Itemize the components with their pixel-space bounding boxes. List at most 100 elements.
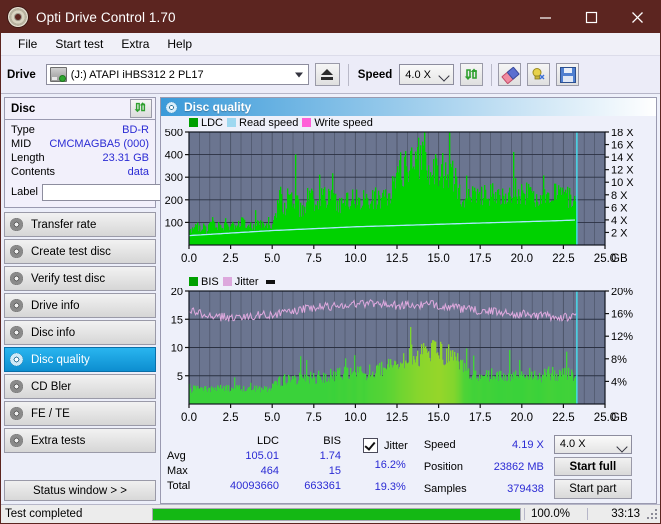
svg-text:15.0: 15.0 <box>427 253 449 265</box>
menu-item-extra[interactable]: Extra <box>112 35 158 53</box>
disc-info-panel: Disc Type <box>4 97 156 208</box>
menu-item-file[interactable]: File <box>9 35 46 53</box>
stats-table: LDC BIS Avg 105.01 1.74 Max 464 15 Total… <box>167 435 341 499</box>
title-bar: Opti Drive Control 1.70 <box>1 1 660 33</box>
disc-row-key: Contents <box>11 166 55 178</box>
minimize-icon[interactable] <box>522 1 568 33</box>
sidebar-item-label: FE / TE <box>31 408 70 420</box>
menu-item-start-test[interactable]: Start test <box>46 35 112 53</box>
erase-button[interactable] <box>498 63 521 86</box>
window-title: Opti Drive Control 1.70 <box>36 10 176 25</box>
drive-label: Drive <box>7 69 36 81</box>
svg-text:18 X: 18 X <box>611 129 634 139</box>
svg-text:GB: GB <box>611 253 628 265</box>
page-title: Disc quality <box>184 100 251 114</box>
sidebar-item-extra-tests[interactable]: Extra tests <box>4 428 156 453</box>
start-full-button[interactable]: Start full <box>554 457 632 477</box>
sidebar-item-label: Extra tests <box>31 435 85 447</box>
resize-grip[interactable] <box>646 508 658 520</box>
progress-label: 100.0% <box>524 508 587 520</box>
svg-text:5: 5 <box>177 371 183 383</box>
legend-item-jitter: Jitter <box>223 276 259 288</box>
sidebar-item-label: Disc quality <box>31 354 90 366</box>
disc-row-key: MID <box>11 138 31 150</box>
speed-select[interactable]: 4.0 X <box>399 64 454 85</box>
sidebar-item-disc-info[interactable]: Disc info <box>4 320 156 345</box>
jitter-column: Jitter 16.2% 19.3% <box>363 435 408 499</box>
sidebar-item-label: Create test disc <box>31 246 111 258</box>
legend-swatch <box>223 277 232 286</box>
ldc-plot-svg: 1002003004005002 X4 X6 X8 X10 X12 X14 X1… <box>161 129 655 275</box>
stats-total-ldc: 40093660 <box>201 480 279 492</box>
jitter-max: 19.3% <box>363 481 408 499</box>
disc-label-key: Label <box>11 186 38 198</box>
status-window-button[interactable]: Status window > > <box>4 480 156 501</box>
svg-text:2.5: 2.5 <box>223 412 239 424</box>
sidebar-item-transfer-rate[interactable]: Transfer rate <box>4 212 156 237</box>
ldc-plot: 1002003004005002 X4 X6 X8 X10 X12 X14 X1… <box>161 129 656 275</box>
svg-text:22.5: 22.5 <box>552 253 574 265</box>
disc-icon <box>10 434 23 447</box>
samples-readout-label: Samples <box>424 483 482 495</box>
sidebar-item-create-test-disc[interactable]: Create test disc <box>4 239 156 264</box>
disc-refresh-button[interactable] <box>130 99 152 118</box>
window-controls <box>522 1 660 33</box>
svg-text:2 X: 2 X <box>611 227 628 239</box>
save-button[interactable] <box>556 63 579 86</box>
start-part-button[interactable]: Start part <box>554 479 632 499</box>
sidebar: Disc Type <box>1 94 159 504</box>
stats-row-key: Avg <box>167 450 201 462</box>
stats-header-bis: BIS <box>279 435 341 447</box>
sidebar-item-cd-bler[interactable]: CD Bler <box>4 374 156 399</box>
drive-icon <box>50 67 67 82</box>
app-window: Opti Drive Control 1.70 File Start test … <box>0 0 661 524</box>
refresh-icon <box>464 67 479 82</box>
legend-label: BIS <box>201 276 219 288</box>
legend-marker-icon <box>266 280 275 284</box>
sidebar-item-verify-test-disc[interactable]: Verify test disc <box>4 266 156 291</box>
test-speed-select[interactable]: 4.0 X <box>554 435 632 454</box>
svg-text:15.0: 15.0 <box>427 412 449 424</box>
eject-icon <box>321 69 333 80</box>
legend-item-bis: BIS <box>189 276 219 288</box>
svg-text:17.5: 17.5 <box>469 412 491 424</box>
drive-select[interactable]: (J:) ATAPI iHBS312 2 PL17 <box>46 64 309 85</box>
svg-text:22.5: 22.5 <box>552 412 574 424</box>
svg-text:4 X: 4 X <box>611 215 628 227</box>
refresh-button[interactable] <box>460 63 483 86</box>
sidebar-item-drive-info[interactable]: Drive info <box>4 293 156 318</box>
stats-avg-bis: 1.74 <box>279 450 341 462</box>
close-icon[interactable] <box>614 1 660 33</box>
svg-text:GB: GB <box>611 412 628 424</box>
legend-swatch <box>302 118 311 127</box>
content-pane: Disc quality LDC Read speed <box>160 97 657 504</box>
elapsed-time: 33:13 <box>587 508 646 520</box>
refresh-icon <box>134 101 149 116</box>
maximize-icon[interactable] <box>568 1 614 33</box>
stats-panel: LDC BIS Avg 105.01 1.74 Max 464 15 Total… <box>161 431 656 503</box>
svg-text:0.0: 0.0 <box>181 412 197 424</box>
sidebar-item-disc-quality[interactable]: Disc quality <box>4 347 156 372</box>
eject-button[interactable] <box>315 63 340 86</box>
disc-row-value: data <box>128 166 149 178</box>
toolbar-divider <box>348 64 349 86</box>
svg-text:100: 100 <box>165 217 183 229</box>
menu-item-help[interactable]: Help <box>158 35 201 53</box>
svg-text:20.0: 20.0 <box>511 253 533 265</box>
disc-icon <box>10 245 23 258</box>
readout-column: Speed 4.19 X Position 23862 MB Samples 3… <box>424 435 544 499</box>
jitter-avg: 16.2% <box>363 459 408 477</box>
svg-text:17.5: 17.5 <box>469 253 491 265</box>
bis-plot: 51015204%8%12%16%20%0.02.55.07.510.012.5… <box>161 288 656 434</box>
jitter-checkbox[interactable] <box>363 438 378 453</box>
sidebar-item-fe-te[interactable]: FE / TE <box>4 401 156 426</box>
sidebar-spacer <box>4 453 156 480</box>
svg-text:12%: 12% <box>611 331 633 343</box>
stats-max-ldc: 464 <box>201 465 279 477</box>
sidebar-item-label: Drive info <box>31 300 80 312</box>
bulb-button[interactable] <box>527 63 550 86</box>
disc-icon <box>10 326 23 339</box>
svg-text:0.0: 0.0 <box>181 253 197 265</box>
disc-rows: Type BD-R MID CMCMAGBA5 (000) Length 23.… <box>5 120 155 207</box>
svg-text:7.5: 7.5 <box>306 253 322 265</box>
